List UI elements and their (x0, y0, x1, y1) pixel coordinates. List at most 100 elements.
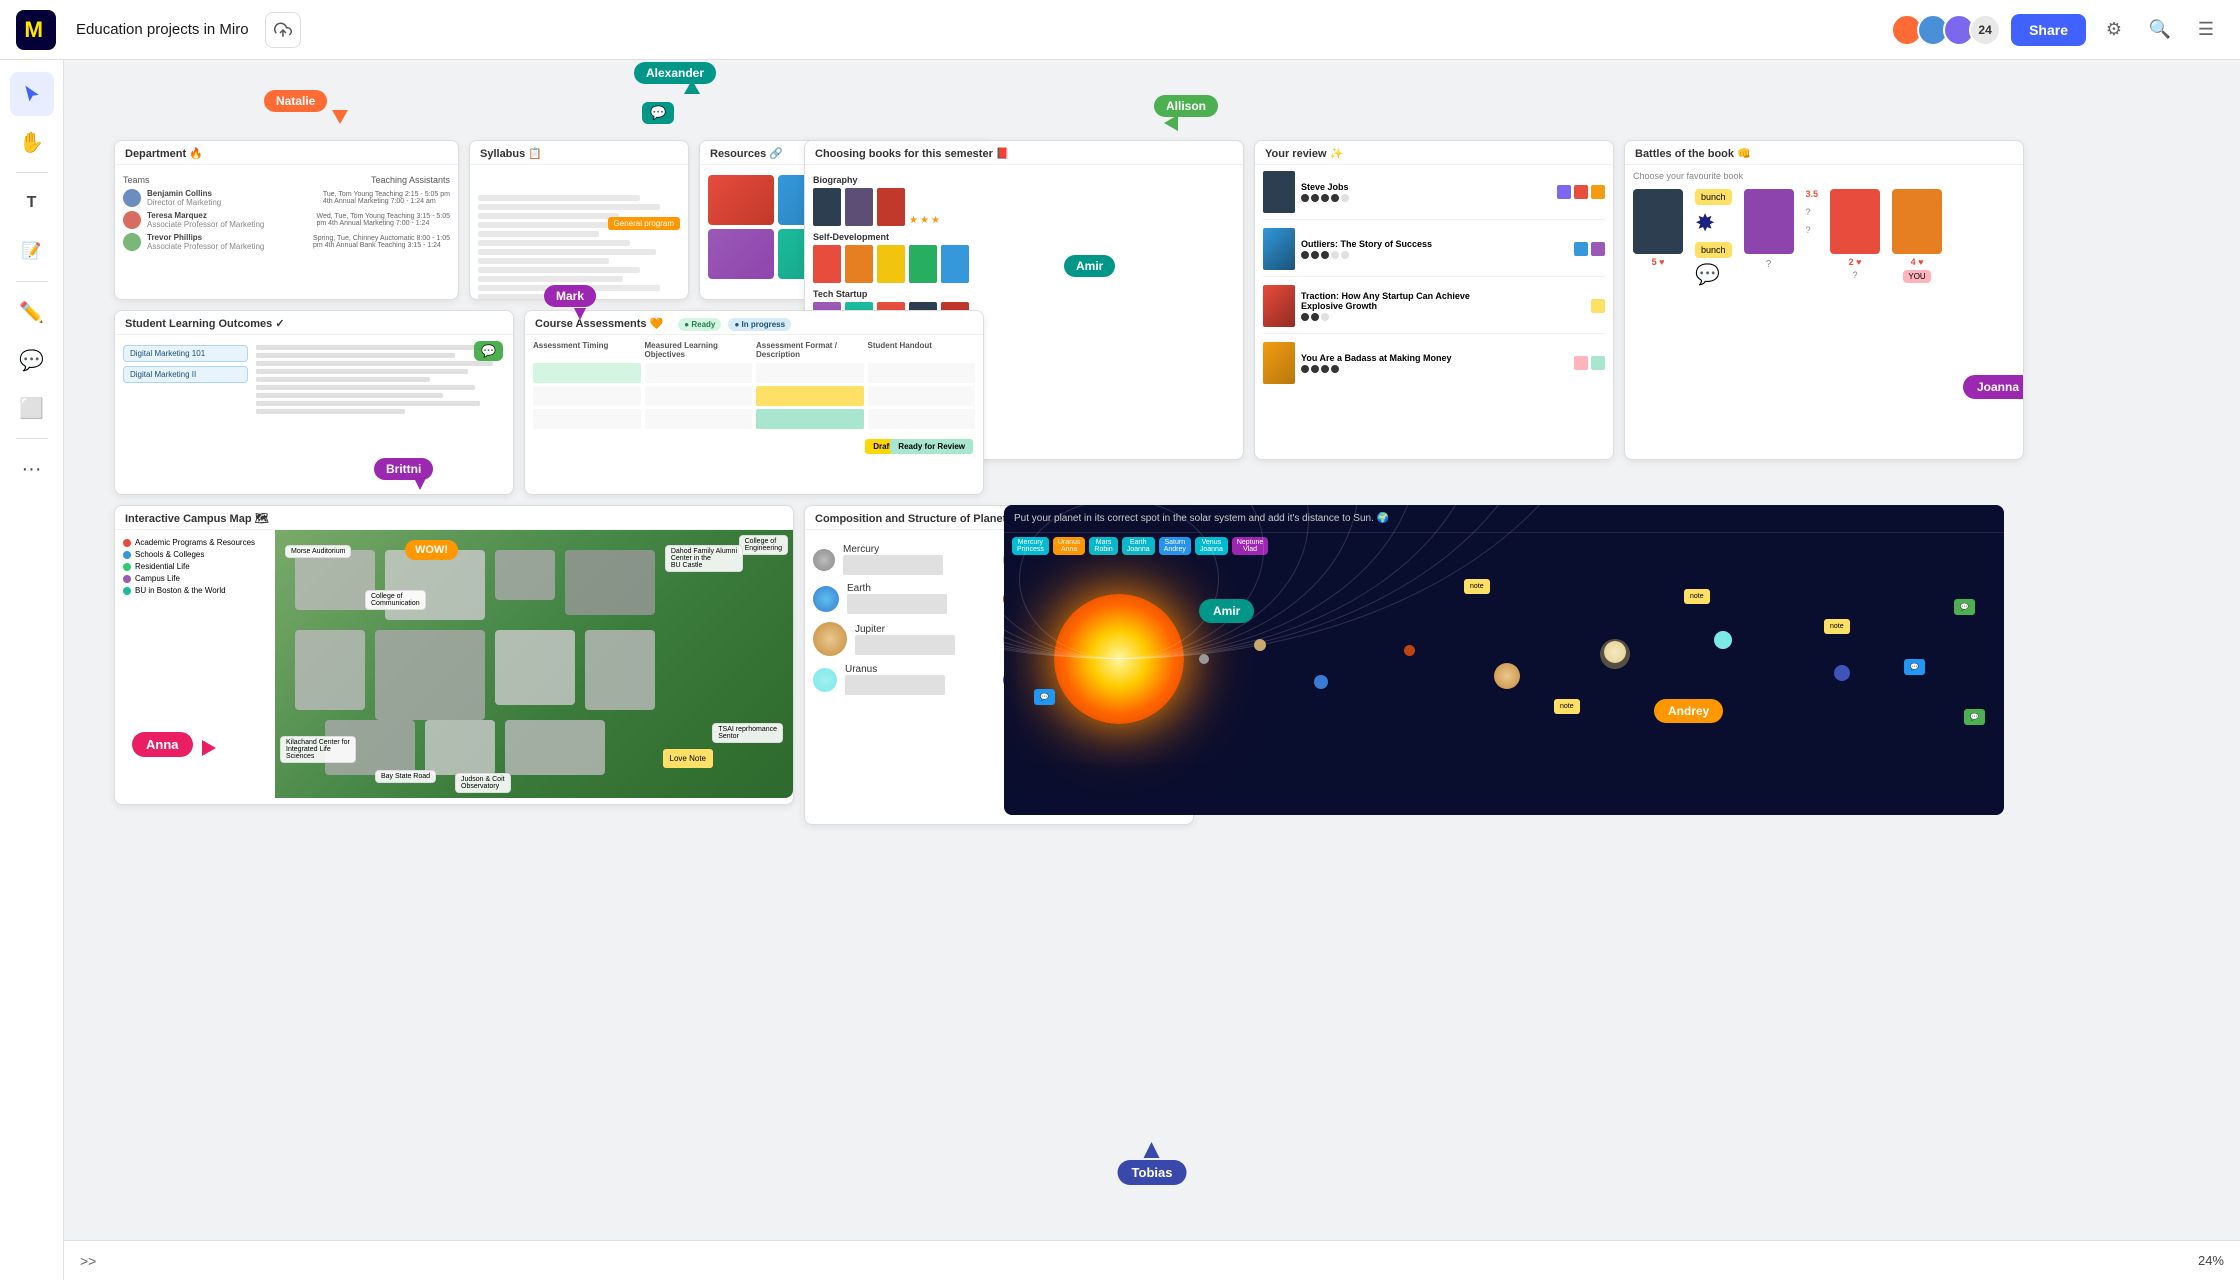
slo-chat-icon: 💬 (474, 341, 503, 361)
slo-right (256, 345, 505, 417)
miro-logo: M (16, 10, 56, 50)
review-book-2: Outliers: The Story of Success (1263, 228, 1605, 277)
jupiter-circle (813, 622, 847, 656)
allison-cursor: Allison (1154, 95, 1218, 117)
assess-cell-6 (645, 386, 753, 406)
search-icon[interactable]: 🔍 (2142, 12, 2178, 48)
hand-tool[interactable]: ✋ (10, 120, 54, 164)
books-cat-techstartup: Tech Startup (813, 289, 1235, 299)
review-book-4: You Are a Badass at Making Money (1263, 342, 1605, 390)
earth-orbit (1314, 675, 1328, 689)
battle-cover-4 (1892, 189, 1942, 254)
tobias-arrow (1144, 1142, 1160, 1158)
solar-sticky-2: note (1554, 699, 1580, 714)
battles-frame: Battles of the book 👊 Choose your favour… (1624, 140, 2024, 460)
battle-book-3: 2 ♥ ? (1830, 189, 1880, 280)
battle-cover-1 (1633, 189, 1683, 254)
planet-row-mercury: Mercury (813, 544, 995, 575)
assess-row-2 (533, 386, 975, 406)
menu-icon[interactable]: ☰ (2188, 12, 2224, 48)
bottombar: >> 24% (64, 1240, 2240, 1280)
syllabus-frame-title: Syllabus 📋 (470, 141, 688, 165)
building-11 (505, 720, 605, 775)
expand-button[interactable]: >> (80, 1253, 96, 1269)
dept-avatar-3 (123, 233, 141, 251)
badge-progress: ● In progress (728, 318, 791, 331)
assess-cell-1 (533, 363, 641, 383)
assess-cell-10 (645, 409, 753, 429)
slo-node-2: Digital Marketing II (123, 366, 248, 383)
map-label-morse: Morse Auditorium (285, 545, 351, 558)
allison-arrow (1164, 115, 1178, 131)
map-label-bay: Bay State Road (375, 770, 436, 783)
pen-tool[interactable]: ✏️ (10, 290, 54, 334)
dept-header: Teams Teaching Assistants (123, 171, 450, 187)
earth-desc (847, 594, 947, 614)
star-burst: ✸ (1695, 209, 1732, 238)
tobias-label: Tobias (1118, 1160, 1187, 1185)
mark-label: Mark (544, 285, 596, 307)
dept-row-2: Teresa MarquezAssociate Professor of Mar… (123, 209, 450, 231)
campus-frame-title: Interactive Campus Map 🗺 (115, 506, 793, 530)
assess-cell-11 (756, 409, 864, 429)
solar-sticky-3: note (1684, 589, 1710, 604)
assess-cell-5 (533, 386, 641, 406)
campus-body: Academic Programs & Resources Schools & … (115, 530, 793, 798)
solar-visual: note note note note 💬 💬 💬 💬 Amir Andrey (1004, 559, 2004, 759)
dept-row-1: Benjamin CollinsDirector of Marketing Tu… (123, 187, 450, 209)
battles-frame-body: Choose your favourite book 5 ♥ bunch ✸ b… (1625, 165, 2023, 293)
toolbar-divider-3 (16, 438, 48, 439)
alexander-chat-bubble: 💬 (642, 102, 674, 124)
frame-tool[interactable]: ⬜ (10, 386, 54, 430)
solar-frame: Put your planet in its correct spot in t… (1004, 505, 2004, 815)
board-title: Education projects in Miro (76, 21, 249, 38)
uranus-circle (813, 668, 837, 692)
more-tool[interactable]: ··· (10, 447, 54, 491)
mercury-name: Mercury (843, 544, 943, 555)
battle-book-1: 5 ♥ (1633, 189, 1683, 267)
battle-cover-3 (1830, 189, 1880, 254)
avatar-count: 24 (1969, 14, 2001, 46)
map-label-klachand: Kilachand Center forIntegrated LifeScien… (280, 736, 356, 763)
upload-button[interactable] (265, 12, 301, 48)
amir-solar-label: Amir (1199, 599, 1254, 623)
uranus-orbit (1714, 631, 1732, 649)
sticky-tool[interactable]: 📝 (10, 229, 54, 273)
solar-sticky-1: note (1464, 579, 1490, 594)
building-1 (295, 550, 375, 610)
tobias-area: Tobias (1118, 1142, 1187, 1185)
solar-sticky-4: note (1824, 619, 1850, 634)
saturn-orbit (1604, 641, 1626, 663)
earth-circle (813, 586, 839, 612)
cursor-tool[interactable] (10, 72, 54, 116)
building-8 (585, 630, 655, 710)
joanna-label: Joanna (1963, 375, 2024, 399)
review-book-1: Steve Jobs (1263, 171, 1605, 220)
assessments-frame: Course Assessments 🧡 ● Ready ● In progre… (524, 310, 984, 495)
map-label-judson: Judson & CoitObservatory (455, 773, 511, 793)
text-tool[interactable]: T (10, 181, 54, 225)
venus-orbit (1254, 639, 1266, 651)
book-1 (813, 188, 841, 226)
campus-frame: Interactive Campus Map 🗺 Academic Progra… (114, 505, 794, 805)
settings-icon[interactable]: ⚙ (2096, 12, 2132, 48)
building-3 (495, 550, 555, 600)
book-5 (845, 245, 873, 283)
book-2 (845, 188, 873, 226)
dept-row-3: Trevor PhillipsAssociate Professor of Ma… (123, 231, 450, 253)
slo-frame-title: Student Learning Outcomes ✓ (115, 311, 513, 335)
legend-item-academic: Academic Programs & Resources (123, 538, 267, 547)
battle-cover-2 (1744, 189, 1794, 254)
mercury-desc (843, 555, 943, 575)
syllabus-frame: Syllabus 📋 General program (469, 140, 689, 300)
solar-chat-3: 💬 (1904, 659, 1925, 675)
share-button[interactable]: Share (2011, 14, 2086, 46)
natalie-arrow (332, 110, 348, 124)
neptune-orbit (1834, 665, 1850, 681)
assess-cell-7 (756, 386, 864, 406)
mars-orbit (1404, 645, 1415, 656)
resource-5 (708, 229, 774, 279)
review-frame-body: Steve Jobs (1255, 165, 1613, 404)
jupiter-orbit (1494, 663, 1520, 689)
comment-tool[interactable]: 💬 (10, 338, 54, 382)
